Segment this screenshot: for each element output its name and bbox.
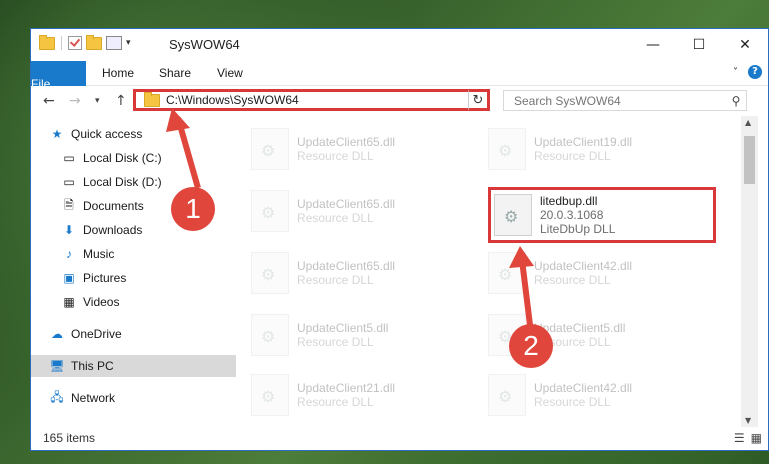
callout-badge-1: 1 <box>171 187 215 231</box>
callout-badge-2: 2 <box>509 324 553 368</box>
arrow-1-head <box>166 108 190 132</box>
arrow-2-head <box>509 246 534 268</box>
annotation-arrows <box>166 108 534 326</box>
arrow-2-shaft <box>519 259 533 326</box>
